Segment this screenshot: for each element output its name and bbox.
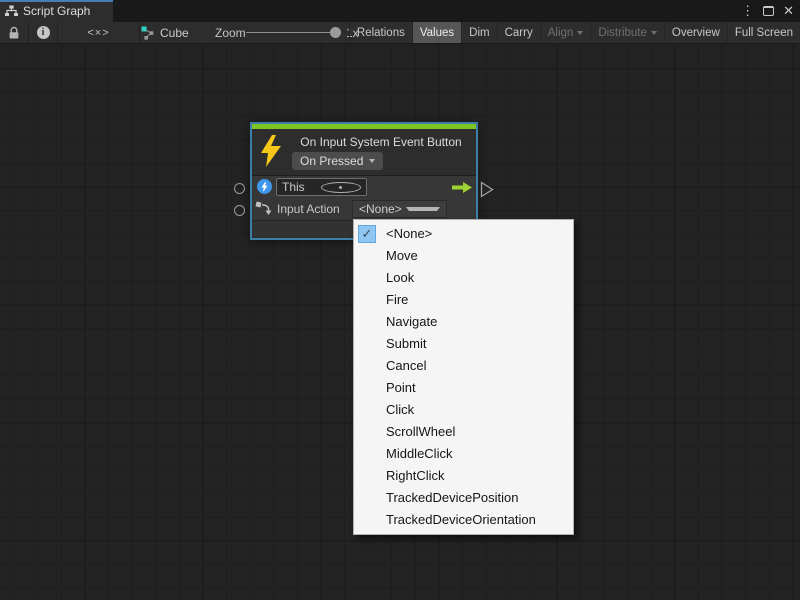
menu-item-move[interactable]: Move (354, 245, 573, 267)
info-button[interactable]: i (29, 22, 58, 43)
chevron-down-icon (577, 31, 583, 35)
graph-icon (5, 5, 18, 17)
toolbar-button-relations[interactable]: Relations (349, 22, 412, 43)
toolbar-button-values[interactable]: Values (412, 22, 461, 43)
tab-script-graph[interactable]: Script Graph (0, 0, 113, 22)
active-tab-accent (0, 0, 113, 2)
graph-canvas[interactable]: On Input System Event Button On Pressed … (0, 44, 800, 600)
code-brackets-icon: <×> (87, 27, 109, 39)
maximize-icon[interactable] (763, 6, 774, 16)
chevron-down-icon (369, 159, 375, 163)
lock-icon (8, 26, 20, 40)
close-icon[interactable]: ✕ (783, 3, 794, 19)
menu-item-click[interactable]: Click (354, 399, 573, 421)
input-action-icon (255, 201, 274, 217)
input-action-menu: ✓ <None> Move Look Fire Navigate Submit … (353, 219, 574, 535)
window-tabbar: Script Graph ⋮ ✕ (0, 0, 800, 22)
toolbar-button-overview[interactable]: Overview (664, 22, 727, 43)
input-action-label: Input Action (277, 198, 340, 220)
info-icon: i (37, 26, 50, 39)
menu-item-fire[interactable]: Fire (354, 289, 573, 311)
input-port-this[interactable] (234, 183, 245, 194)
menu-item-cancel[interactable]: Cancel (354, 355, 573, 377)
script-graph-window: Script Graph ⋮ ✕ i <×> (0, 0, 800, 600)
lock-button[interactable] (0, 22, 29, 43)
menu-item-look[interactable]: Look (354, 267, 573, 289)
menu-item-middleclick[interactable]: MiddleClick (354, 443, 573, 465)
this-port-row: This (252, 176, 476, 198)
graph-toolbar: i <×> Cube Zoom 1x Relations Values Dim … (0, 22, 800, 44)
chevron-down-icon (406, 207, 440, 211)
menu-item-navigate[interactable]: Navigate (354, 311, 573, 333)
toolbar-button-distribute[interactable]: Distribute (590, 22, 664, 43)
window-controls: ⋮ ✕ (741, 0, 800, 22)
this-target-field[interactable]: This (276, 178, 367, 196)
object-picker-icon[interactable] (321, 182, 362, 193)
toolbar-button-carry[interactable]: Carry (497, 22, 540, 43)
menu-item-scrollwheel[interactable]: ScrollWheel (354, 421, 573, 443)
menu-item-trackeddeviceorientation[interactable]: TrackedDeviceOrientation (354, 509, 573, 531)
menu-item-trackeddeviceposition[interactable]: TrackedDevicePosition (354, 487, 573, 509)
output-exec-port[interactable] (480, 181, 494, 198)
zoom-label: Zoom (215, 22, 246, 43)
check-icon: ✓ (358, 225, 376, 243)
zoom-slider-handle[interactable] (330, 27, 341, 38)
edit-graph-button[interactable]: <×> (58, 22, 140, 43)
menu-item-rightclick[interactable]: RightClick (354, 465, 573, 487)
node-title: On Input System Event Button (288, 135, 474, 149)
toolbar-button-fullscreen[interactable]: Full Screen (727, 22, 800, 43)
input-port-action[interactable] (234, 205, 245, 216)
zoom-slider-track[interactable] (246, 32, 336, 33)
flow-arrow-icon (452, 182, 472, 193)
breadcrumb[interactable]: Cube (141, 22, 189, 43)
tab-title: Script Graph (23, 4, 90, 18)
window-menu-icon[interactable]: ⋮ (741, 0, 754, 22)
menu-item-none[interactable]: ✓ <None> (354, 223, 573, 245)
toolbar-button-align[interactable]: Align (540, 22, 591, 43)
event-type-dropdown[interactable]: On Pressed (292, 152, 383, 170)
input-action-dropdown[interactable]: <None> (352, 200, 447, 218)
breadcrumb-graph-name: Cube (160, 26, 189, 40)
graph-node-icon (141, 26, 155, 40)
view-options-group: Relations Values Dim Carry Align Distrib… (349, 22, 800, 43)
input-action-port-row: Input Action <None> (252, 198, 476, 220)
lightning-bolt-icon (259, 134, 283, 168)
toolbar-button-dim[interactable]: Dim (461, 22, 496, 43)
menu-item-point[interactable]: Point (354, 377, 573, 399)
chevron-down-icon (651, 31, 657, 35)
menu-item-submit[interactable]: Submit (354, 333, 573, 355)
gameobject-event-icon (257, 179, 272, 194)
node-header: On Input System Event Button On Pressed (252, 129, 476, 175)
